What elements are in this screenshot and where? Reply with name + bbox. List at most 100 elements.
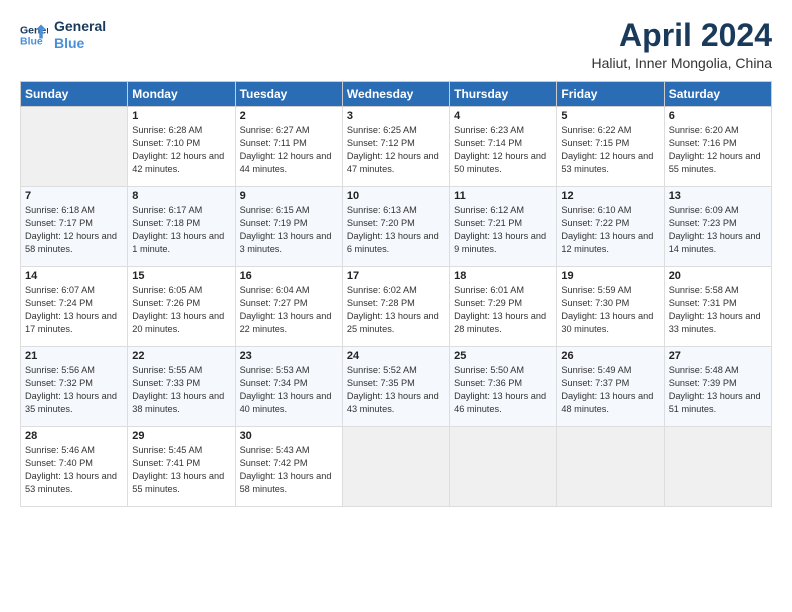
day-number: 24	[347, 350, 445, 362]
cell-content: Sunrise: 6:28 AMSunset: 7:10 PMDaylight:…	[132, 124, 230, 176]
cell-content: Sunrise: 6:07 AMSunset: 7:24 PMDaylight:…	[25, 284, 123, 336]
calendar-cell: 29Sunrise: 5:45 AMSunset: 7:41 PMDayligh…	[128, 427, 235, 507]
calendar-cell: 24Sunrise: 5:52 AMSunset: 7:35 PMDayligh…	[342, 347, 449, 427]
calendar-cell: 28 Sunrise: 5:46 AMSunset: 7:40 PMDayligh…	[21, 427, 128, 507]
cell-content: Sunrise: 6:17 AMSunset: 7:18 PMDaylight:…	[132, 204, 230, 256]
week-row-5: 28 Sunrise: 5:46 AMSunset: 7:40 PMDayligh…	[21, 427, 772, 507]
header: General Blue General Blue April 2024 Hal…	[20, 18, 772, 71]
calendar-cell	[342, 427, 449, 507]
logo-general: General	[54, 18, 106, 35]
cell-content: Sunrise: 6:20 AMSunset: 7:16 PMDaylight:…	[669, 124, 767, 176]
cell-content: Sunrise: 6:04 AMSunset: 7:27 PMDaylight:…	[240, 284, 338, 336]
calendar-cell: 17 Sunrise: 6:02 AMSunset: 7:28 PMDayligh…	[342, 267, 449, 347]
day-number: 8	[132, 190, 230, 202]
cell-content: Sunrise: 5:45 AMSunset: 7:41 PMDaylight:…	[132, 444, 230, 496]
cell-content: Sunrise: 5:48 AMSunset: 7:39 PMDaylight:…	[669, 364, 767, 416]
col-header-monday: Monday	[128, 82, 235, 107]
day-number: 28	[25, 430, 123, 442]
logo: General Blue General Blue	[20, 18, 106, 52]
logo-blue: Blue	[54, 35, 106, 52]
week-row-2: 7Sunrise: 6:18 AMSunset: 7:17 PMDaylight…	[21, 187, 772, 267]
page: General Blue General Blue April 2024 Hal…	[0, 0, 792, 612]
col-header-saturday: Saturday	[664, 82, 771, 107]
calendar-cell: 11 Sunrise: 6:12 AMSunset: 7:21 PMDayligh…	[450, 187, 557, 267]
calendar-cell	[450, 427, 557, 507]
calendar-cell: 3 Sunrise: 6:25 AMSunset: 7:12 PMDaylight…	[342, 107, 449, 187]
day-number: 30	[240, 430, 338, 442]
day-number: 12	[561, 190, 659, 202]
logo-icon: General Blue	[20, 21, 48, 49]
cell-content: Sunrise: 5:58 AMSunset: 7:31 PMDaylight:…	[669, 284, 767, 336]
day-number: 5	[561, 110, 659, 122]
cell-content: Sunrise: 6:02 AMSunset: 7:28 PMDaylight:…	[347, 284, 445, 336]
calendar-cell: 25 Sunrise: 5:50 AMSunset: 7:36 PMDayligh…	[450, 347, 557, 427]
cell-content: Sunrise: 6:22 AMSunset: 7:15 PMDaylight:…	[561, 124, 659, 176]
day-number: 22	[132, 350, 230, 362]
location-subtitle: Haliut, Inner Mongolia, China	[591, 55, 772, 71]
calendar-cell: 15Sunrise: 6:05 AMSunset: 7:26 PMDayligh…	[128, 267, 235, 347]
cell-content: Sunrise: 6:12 AMSunset: 7:21 PMDaylight:…	[454, 204, 552, 256]
cell-content: Sunrise: 6:27 AMSunset: 7:11 PMDaylight:…	[240, 124, 338, 176]
day-number: 27	[669, 350, 767, 362]
calendar-cell: 10 Sunrise: 6:13 AMSunset: 7:20 PMDayligh…	[342, 187, 449, 267]
day-number: 3	[347, 110, 445, 122]
cell-content: Sunrise: 5:50 AMSunset: 7:36 PMDaylight:…	[454, 364, 552, 416]
cell-content: Sunrise: 6:25 AMSunset: 7:12 PMDaylight:…	[347, 124, 445, 176]
col-header-wednesday: Wednesday	[342, 82, 449, 107]
week-row-1: 1 Sunrise: 6:28 AMSunset: 7:10 PMDaylight…	[21, 107, 772, 187]
calendar-cell: 8 Sunrise: 6:17 AMSunset: 7:18 PMDaylight…	[128, 187, 235, 267]
cell-content: Sunrise: 6:13 AMSunset: 7:20 PMDaylight:…	[347, 204, 445, 256]
calendar-cell: 23 Sunrise: 5:53 AMSunset: 7:34 PMDayligh…	[235, 347, 342, 427]
cell-content: Sunrise: 5:46 AMSunset: 7:40 PMDaylight:…	[25, 444, 123, 496]
calendar-cell: 22 Sunrise: 5:55 AMSunset: 7:33 PMDayligh…	[128, 347, 235, 427]
calendar-cell: 7Sunrise: 6:18 AMSunset: 7:17 PMDaylight…	[21, 187, 128, 267]
cell-content: Sunrise: 5:43 AMSunset: 7:42 PMDaylight:…	[240, 444, 338, 496]
calendar-cell: 9Sunrise: 6:15 AMSunset: 7:19 PMDaylight…	[235, 187, 342, 267]
col-header-tuesday: Tuesday	[235, 82, 342, 107]
cell-content: Sunrise: 5:55 AMSunset: 7:33 PMDaylight:…	[132, 364, 230, 416]
cell-content: Sunrise: 6:09 AMSunset: 7:23 PMDaylight:…	[669, 204, 767, 256]
day-number: 19	[561, 270, 659, 282]
day-number: 14	[25, 270, 123, 282]
calendar-cell: 2 Sunrise: 6:27 AMSunset: 7:11 PMDaylight…	[235, 107, 342, 187]
cell-content: Sunrise: 5:59 AMSunset: 7:30 PMDaylight:…	[561, 284, 659, 336]
calendar-cell: 4 Sunrise: 6:23 AMSunset: 7:14 PMDaylight…	[450, 107, 557, 187]
calendar-cell	[21, 107, 128, 187]
day-number: 16	[240, 270, 338, 282]
col-header-thursday: Thursday	[450, 82, 557, 107]
day-number: 7	[25, 190, 123, 202]
cell-content: Sunrise: 6:15 AMSunset: 7:19 PMDaylight:…	[240, 204, 338, 256]
cell-content: Sunrise: 6:01 AMSunset: 7:29 PMDaylight:…	[454, 284, 552, 336]
calendar-cell: 19 Sunrise: 5:59 AMSunset: 7:30 PMDayligh…	[557, 267, 664, 347]
day-number: 2	[240, 110, 338, 122]
calendar-cell: 14 Sunrise: 6:07 AMSunset: 7:24 PMDayligh…	[21, 267, 128, 347]
calendar-cell: 20 Sunrise: 5:58 AMSunset: 7:31 PMDayligh…	[664, 267, 771, 347]
day-number: 20	[669, 270, 767, 282]
calendar-cell: 6 Sunrise: 6:20 AMSunset: 7:16 PMDaylight…	[664, 107, 771, 187]
day-number: 1	[132, 110, 230, 122]
calendar-cell: 21Sunrise: 5:56 AMSunset: 7:32 PMDayligh…	[21, 347, 128, 427]
calendar-cell: 5 Sunrise: 6:22 AMSunset: 7:15 PMDaylight…	[557, 107, 664, 187]
calendar-cell: 18 Sunrise: 6:01 AMSunset: 7:29 PMDayligh…	[450, 267, 557, 347]
cell-content: Sunrise: 5:53 AMSunset: 7:34 PMDaylight:…	[240, 364, 338, 416]
day-number: 6	[669, 110, 767, 122]
calendar-cell: 26 Sunrise: 5:49 AMSunset: 7:37 PMDayligh…	[557, 347, 664, 427]
calendar-header-row: SundayMondayTuesdayWednesdayThursdayFrid…	[21, 82, 772, 107]
calendar-cell: 27 Sunrise: 5:48 AMSunset: 7:39 PMDayligh…	[664, 347, 771, 427]
cell-content: Sunrise: 6:23 AMSunset: 7:14 PMDaylight:…	[454, 124, 552, 176]
day-number: 10	[347, 190, 445, 202]
calendar-cell: 16 Sunrise: 6:04 AMSunset: 7:27 PMDayligh…	[235, 267, 342, 347]
calendar-cell: 12 Sunrise: 6:10 AMSunset: 7:22 PMDayligh…	[557, 187, 664, 267]
day-number: 17	[347, 270, 445, 282]
day-number: 26	[561, 350, 659, 362]
day-number: 11	[454, 190, 552, 202]
day-number: 23	[240, 350, 338, 362]
title-block: April 2024 Haliut, Inner Mongolia, China	[591, 18, 772, 71]
day-number: 21	[25, 350, 123, 362]
cell-content: Sunrise: 5:49 AMSunset: 7:37 PMDaylight:…	[561, 364, 659, 416]
day-number: 25	[454, 350, 552, 362]
day-number: 4	[454, 110, 552, 122]
day-number: 18	[454, 270, 552, 282]
cell-content: Sunrise: 6:05 AMSunset: 7:26 PMDaylight:…	[132, 284, 230, 336]
cell-content: Sunrise: 6:10 AMSunset: 7:22 PMDaylight:…	[561, 204, 659, 256]
